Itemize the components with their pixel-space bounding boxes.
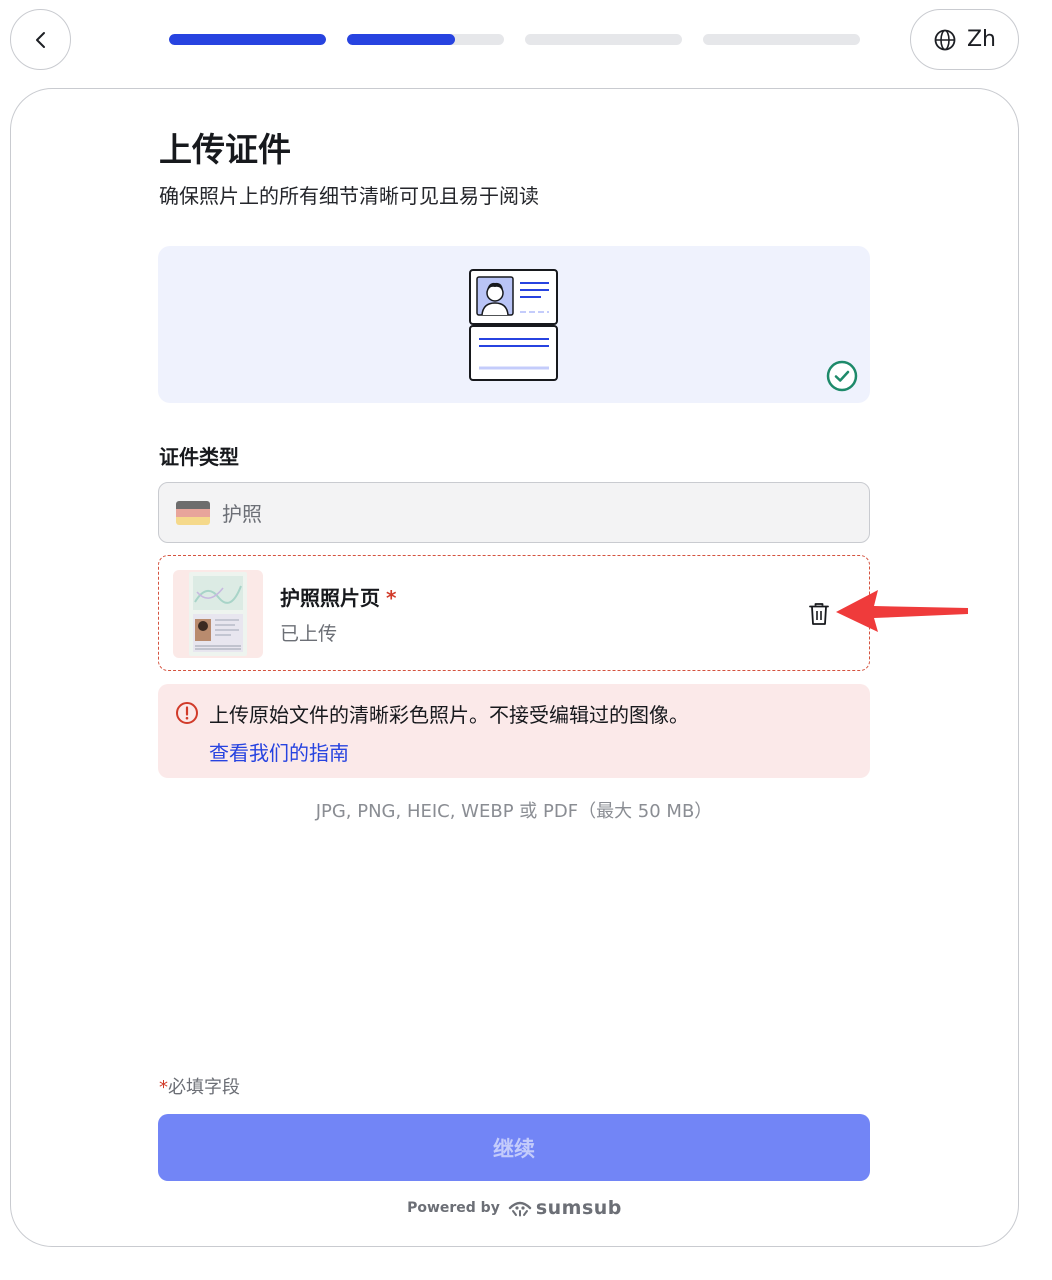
delete-upload-button[interactable] [804,599,834,629]
required-note-text: 必填字段 [168,1077,240,1098]
progress-fill [169,34,326,45]
progress-step-2 [347,34,504,45]
passport-preview-icon [189,572,247,656]
accepted-formats: JPG, PNG, HEIC, WEBP 或 PDF（最大 50 MB） [315,801,713,822]
progress-step-1 [169,34,326,45]
passport-thumbnail[interactable] [173,570,263,658]
error-alert: 上传原始文件的清晰彩色照片。不接受编辑过的图像。 查看我们的指南 [158,684,870,778]
page-subtitle: 确保照片上的所有细节清晰可见且易于阅读 [159,184,539,208]
id-card-illustration [469,269,558,381]
progress-step-3 [525,34,682,45]
page-title: 上传证件 [159,130,291,169]
continue-button[interactable]: 继续 [158,1114,870,1181]
required-note: *必填字段 [159,1073,240,1099]
check-circle-icon [826,360,858,392]
powered-by-label: Powered by [407,1200,500,1216]
brand-name: sumsub [535,1197,622,1219]
annotation-arrow [836,590,968,632]
progress-step-4 [703,34,860,45]
upload-title-text: 护照照片页 [280,586,380,610]
back-button[interactable] [10,9,71,70]
language-label: Zh [966,27,996,52]
globe-icon [934,29,956,50]
document-type-label: 证件类型 [159,445,239,469]
upload-title: 护照照片页 * [280,582,396,611]
alert-circle-icon [176,702,198,724]
guide-link[interactable]: 查看我们的指南 [209,737,349,766]
required-star: * [159,1077,168,1098]
powered-by: Powered by sumsub [0,1197,1029,1219]
document-type-value: 护照 [222,502,262,526]
trash-icon [809,603,829,625]
upload-status: 已上传 [280,623,338,645]
germany-flag-icon [176,500,210,525]
error-message: 上传原始文件的清晰彩色照片。不接受编辑过的图像。 [209,703,689,727]
sumsub-logo[interactable]: sumsub [508,1197,622,1219]
document-illustration [158,246,870,403]
document-type-select[interactable]: 护照 [158,482,870,543]
required-asterisk: * [386,586,397,610]
language-button[interactable]: Zh [910,9,1019,70]
chevron-left-icon [35,31,45,48]
sumsub-logo-icon [508,1201,532,1217]
progress-fill [347,34,456,45]
passport-upload-item: 护照照片页 * 已上传 [158,555,870,671]
